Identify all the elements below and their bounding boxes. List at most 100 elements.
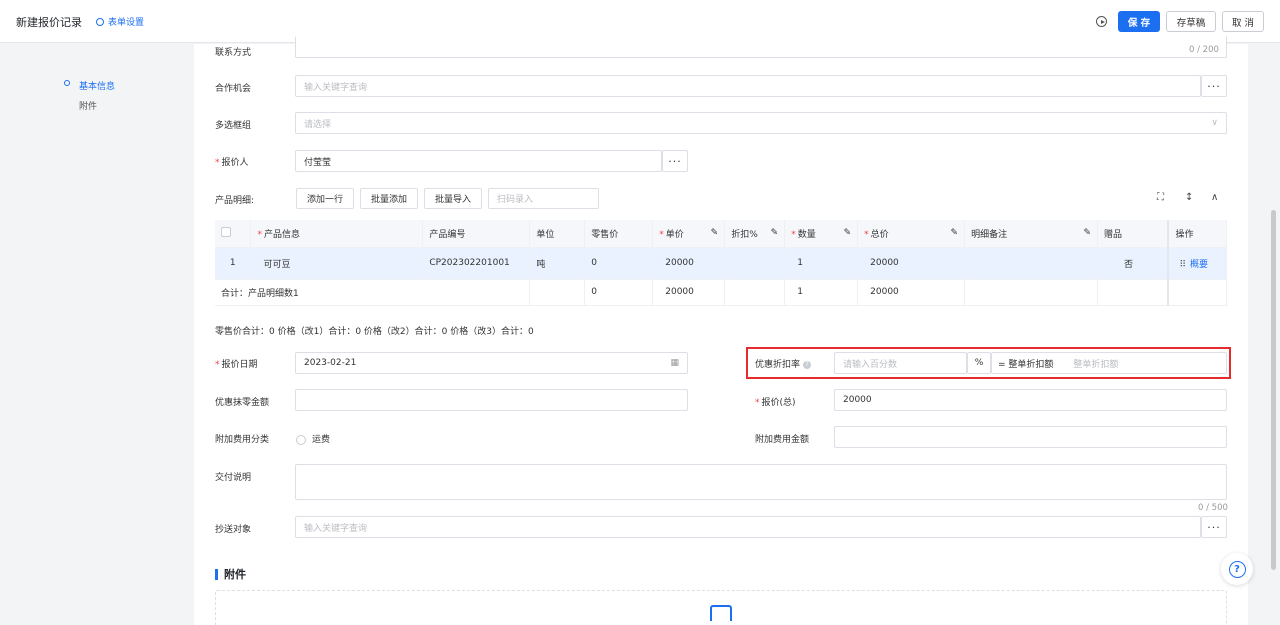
save-draft-button[interactable]: 存草稿 xyxy=(1166,11,1216,32)
product-table: * 产品信息 产品编号 单位 零售价 * 单价 ✎ 折扣% ✎ * 数量 ✎ * 总价 ✎ 明细… xyxy=(215,220,1228,306)
help-icon[interactable]: ? xyxy=(803,360,812,369)
contact-counter: 0 / 200 xyxy=(1189,45,1219,55)
question-icon: ? xyxy=(1228,560,1246,578)
row-remark[interactable] xyxy=(964,247,1098,280)
summary-retail: 0 xyxy=(584,279,654,306)
col-retail: 零售价 xyxy=(584,220,654,248)
quoter-input[interactable]: 付莹莹 xyxy=(295,150,662,172)
drag-handle-icon[interactable]: ⠿ xyxy=(1179,260,1186,270)
edit-icon[interactable]: ✎ xyxy=(951,228,959,238)
section-nav xyxy=(0,44,194,625)
row-discount[interactable] xyxy=(724,247,786,280)
col-product: * 产品信息 xyxy=(250,220,424,248)
cc-input[interactable]: 输入关键字查询 xyxy=(295,516,1201,538)
gear-icon xyxy=(96,17,104,26)
product-detail-label: 产品明细: xyxy=(215,196,255,206)
row-price[interactable]: 20000 xyxy=(652,247,726,280)
table-header: * 产品信息 产品编号 单位 零售价 * 单价 ✎ 折扣% ✎ * 数量 ✎ * 总价 ✎ 明细… xyxy=(215,220,1228,248)
section-bar xyxy=(215,568,218,580)
discount-amount-input[interactable]: = 整单折扣额 整单折扣额 xyxy=(991,352,1227,374)
row-retail[interactable]: 0 xyxy=(584,247,654,280)
extra-fee-category-label: 附加费用分类 xyxy=(215,435,270,445)
quoter-picker-button[interactable]: ··· xyxy=(662,150,688,172)
cancel-button[interactable]: 取 消 xyxy=(1222,11,1264,32)
form-settings-link[interactable]: 表单设置 xyxy=(96,15,144,28)
row-index: 1 xyxy=(215,247,252,280)
col-price: * 单价 ✎ xyxy=(652,220,726,248)
rounding-input[interactable] xyxy=(295,389,688,411)
quote-total-label: * 报价(总) xyxy=(755,398,796,408)
edit-icon[interactable]: ✎ xyxy=(844,228,852,238)
fullscreen-icon[interactable]: ⛶ xyxy=(1157,192,1164,203)
row-total[interactable]: 20000 xyxy=(857,247,966,280)
edit-icon[interactable]: ✎ xyxy=(1083,228,1091,238)
summary-unit xyxy=(529,279,586,306)
col-gift: 赠品 xyxy=(1097,220,1169,248)
row-gift[interactable]: 否 xyxy=(1097,247,1169,280)
percent-suffix: % xyxy=(967,352,991,374)
summary-discount xyxy=(724,279,786,306)
add-row-button[interactable]: 添加一行 xyxy=(296,188,354,209)
table-summary-row: 合计：产品明细数1 0 20000 1 20000 xyxy=(215,279,1228,306)
row-product[interactable]: 可可豆 xyxy=(250,247,424,280)
summary-price: 20000 xyxy=(652,279,726,306)
delivery-textarea[interactable] xyxy=(295,464,1227,500)
scan-input[interactable]: 扫码录入 xyxy=(488,188,599,209)
nav-item-basic-info[interactable]: 基本信息 xyxy=(79,79,115,92)
col-code: 产品编号 xyxy=(422,220,531,248)
multiselect-dropdown[interactable]: 请选择 ∨ xyxy=(295,112,1227,134)
edit-icon[interactable]: ✎ xyxy=(771,228,779,238)
chevron-down-icon: ∨ xyxy=(1211,118,1218,128)
summary-action xyxy=(1167,279,1228,306)
row-qty[interactable]: 1 xyxy=(784,247,859,280)
scrollbar[interactable] xyxy=(1271,210,1276,570)
nav-item-attachments[interactable]: 附件 xyxy=(79,99,97,112)
multiselect-placeholder: 请选择 xyxy=(304,119,332,130)
upload-dropzone[interactable] xyxy=(215,590,1227,625)
help-button[interactable]: ? xyxy=(1221,553,1253,585)
freight-radio[interactable]: 运费 xyxy=(296,432,330,445)
expand-vertical-icon[interactable]: ↕ xyxy=(1185,192,1193,203)
summary-link[interactable]: 概要 xyxy=(1190,260,1208,270)
summary-gift xyxy=(1097,279,1169,306)
attachments-section-title: 附件 xyxy=(215,566,246,582)
page-title: 新建报价记录 xyxy=(16,16,82,29)
row-unit[interactable]: 吨 xyxy=(529,247,586,280)
batch-import-button[interactable]: 批量导入 xyxy=(424,188,482,209)
quote-date-label: * 报价日期 xyxy=(215,360,258,370)
cc-placeholder: 输入关键字查询 xyxy=(304,523,368,534)
cc-picker-button[interactable]: ··· xyxy=(1201,516,1227,538)
multiselect-label: 多选框组 xyxy=(215,121,252,131)
table-row[interactable]: 1 可可豆 CP202302201001 吨 0 20000 1 20000 否… xyxy=(215,247,1228,280)
checkbox-icon[interactable] xyxy=(221,226,231,237)
contact-textarea[interactable] xyxy=(295,36,1227,58)
play-circle-icon[interactable] xyxy=(1096,16,1107,27)
header-select-all[interactable] xyxy=(215,220,252,248)
edit-icon[interactable]: ✎ xyxy=(711,228,719,238)
quote-total-input[interactable]: 20000 xyxy=(834,389,1227,411)
opportunity-input[interactable]: 输入关键字查询 xyxy=(295,75,1201,97)
radio-icon[interactable] xyxy=(296,434,306,445)
opportunity-picker-button[interactable]: ··· xyxy=(1201,75,1227,97)
col-remark: 明细备注 ✎ xyxy=(964,220,1098,248)
save-button[interactable]: 保 存 xyxy=(1118,11,1160,32)
quote-date-input[interactable]: 2023-02-21 ▦ xyxy=(295,352,688,374)
summary-qty: 1 xyxy=(784,279,859,306)
discount-rate-input[interactable]: 请输入百分数 xyxy=(834,352,967,374)
opportunity-placeholder: 输入关键字查询 xyxy=(304,82,368,93)
inbox-icon xyxy=(710,605,732,621)
batch-add-button[interactable]: 批量添加 xyxy=(360,188,418,209)
totals-summary: 零售价合计：0 价格（改1）合计：0 价格（改2）合计：0 价格（改3）合计：0 xyxy=(215,327,534,337)
extra-fee-amount-input[interactable] xyxy=(834,426,1227,448)
quote-total-value: 20000 xyxy=(843,395,872,405)
discount-amount-placeholder: 整单折扣额 xyxy=(1073,359,1119,370)
col-total: * 总价 ✎ xyxy=(857,220,966,248)
chevron-up-icon[interactable]: ∧ xyxy=(1211,192,1218,203)
delivery-label: 交付说明 xyxy=(215,473,252,483)
rounding-label: 优惠抹零金额 xyxy=(215,398,270,408)
discount-rate-placeholder: 请输入百分数 xyxy=(843,359,898,370)
quoter-label: * 报价人 xyxy=(215,158,249,168)
quoter-value: 付莹莹 xyxy=(304,157,332,168)
row-code[interactable]: CP202302201001 xyxy=(422,247,531,280)
quote-date-value: 2023-02-21 xyxy=(304,358,357,368)
